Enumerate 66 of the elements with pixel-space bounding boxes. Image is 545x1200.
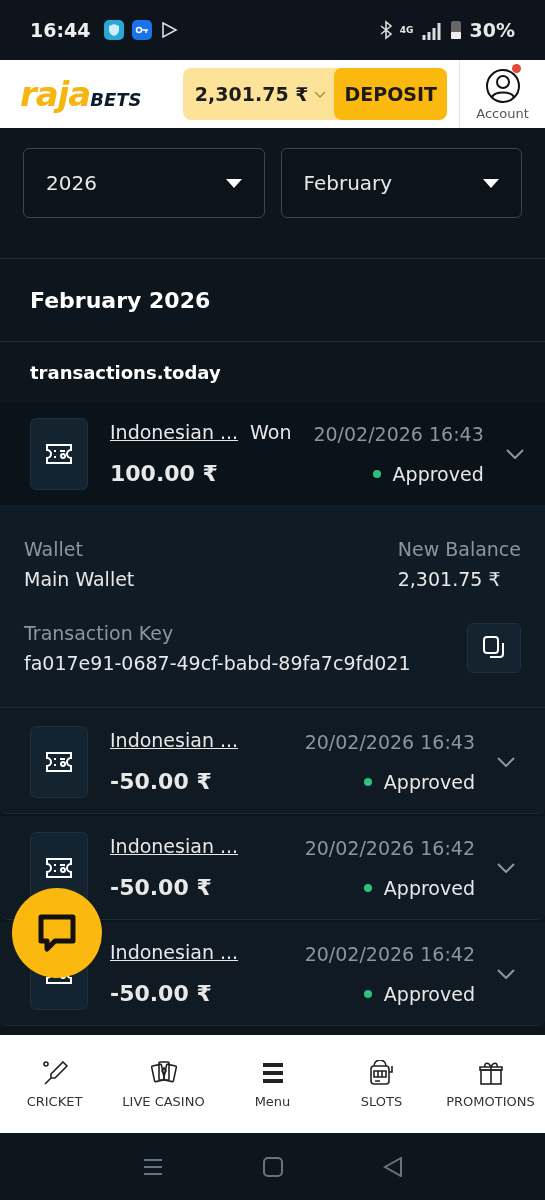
clock: 16:44 [30,19,91,41]
transaction-card[interactable]: Indonesian ... -50.00 ₹ 20/02/2026 16:42 Approved [0,816,545,920]
select-dropdown[interactable]: February [280,148,522,218]
wallet-value: Main Wallet [24,568,135,590]
copy-button[interactable] [467,623,521,673]
game-link[interactable]: Indonesian ... [110,835,239,857]
nav-tab[interactable]: CRICKET [0,1059,109,1109]
date-time: 20/02/2026 16:43 [304,730,475,753]
chevron-down-icon[interactable] [497,968,515,979]
copy-icon [482,635,506,661]
group-title: transactions.today [29,360,222,385]
transaction-card[interactable]: Indonesian ... -50.00 ₹ 20/02/2026 16:42 Approved [0,922,545,1026]
game-link[interactable]: Indonesian ... [110,729,239,751]
balance-value: 2,301.75 ₹ [397,568,502,590]
amount: -50.00 ₹ [110,981,212,1006]
amount: -50.00 ₹ [110,875,212,900]
select-dropdown[interactable]: 2026 [23,148,265,218]
balance-dropdown[interactable]: 2,301.75 ₹ [182,68,335,120]
ticket-icon [44,442,74,465]
back-icon[interactable] [382,1156,403,1177]
transaction-key: fa017e91-0687-49cf-babd-89fa7c9fd021 [24,652,411,674]
chevron-down-icon[interactable] [497,862,515,873]
key-app-icon [132,20,153,40]
chevron-down-icon[interactable] [497,756,515,767]
nav-tab[interactable]: SLOTS [327,1059,436,1109]
cricket-bat-icon [40,1059,69,1086]
status-label: Approved [383,982,475,1005]
play-store-icon [160,21,179,39]
status-label: Approved [383,876,475,899]
status-label: Approved [392,462,484,485]
recents-icon[interactable] [142,1157,163,1176]
date-time: 20/02/2026 16:42 [304,942,475,965]
chevron-down-icon [314,90,327,98]
user-icon [484,67,521,104]
nav-tab[interactable]: LIVE CASINO [109,1059,218,1109]
game-link[interactable]: Indonesian ... [110,941,239,963]
caret-down-icon [225,178,242,188]
key-label: Transaction Key [24,622,175,644]
bluetooth-icon [379,20,392,40]
wallet-label: Wallet [24,538,84,560]
logo[interactable]: rajaBETS [20,77,142,111]
caret-down-icon [483,178,499,188]
deposit-button[interactable]: DEPOSIT [334,68,447,120]
chevron-down-icon[interactable] [505,448,524,459]
date-time: 20/02/2026 16:42 [304,836,475,859]
nav-tab[interactable]: Menu [218,1059,327,1109]
result-label: Won [250,421,292,443]
slot-machine-icon [367,1059,396,1086]
ticket-icon [44,750,74,773]
home-icon[interactable] [262,1156,283,1177]
network-type: 4G [399,25,414,35]
ticket-icon [44,856,74,879]
nav-tab[interactable]: PROMOTIONS [436,1059,545,1109]
date-time: 20/02/2026 16:43 [313,422,484,445]
transaction-card[interactable]: Indonesian ... Won 100.00 ₹ 20/02/2026 16:43 Approved Wallet Main Wallet New Balance 2,301.75 ₹ Transaction Key fa017e91-0687-49cf-babd-89fa7c9fd021 [0,402,545,708]
transaction-card[interactable]: Indonesian ... -50.00 ₹ 20/02/2026 16:43 Approved [0,710,545,814]
amount: 100.00 ₹ [110,461,218,486]
game-link[interactable]: Indonesian ... [110,421,239,443]
status-label: Approved [383,770,475,793]
shield-app-icon [104,20,125,40]
period-title: February 2026 [0,259,545,342]
battery-icon [449,20,462,40]
amount: -50.00 ₹ [110,769,212,794]
battery-level: 30% [469,19,515,41]
signal-icon [421,20,442,40]
balance-label: New Balance [397,538,521,560]
